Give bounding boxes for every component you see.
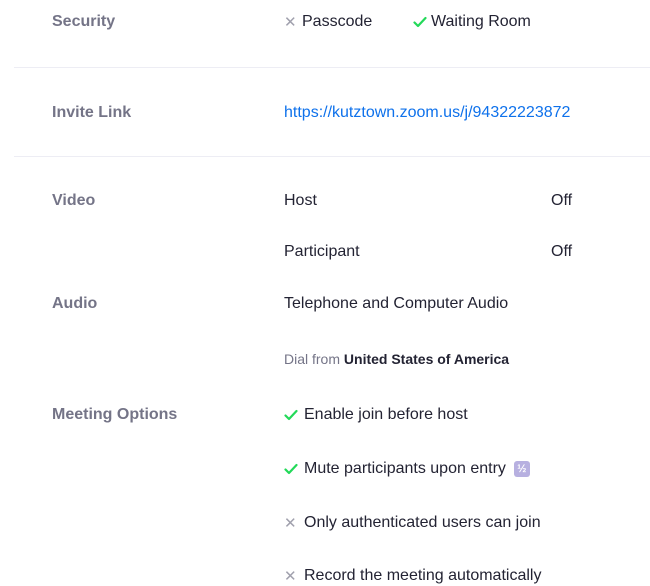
divider (14, 67, 650, 68)
audio-label: Audio (52, 295, 98, 312)
passcode-label: Passcode (302, 13, 373, 30)
x-icon: ✕ (284, 568, 297, 585)
option-label: Only authenticated users can join (304, 514, 541, 531)
option-label: Enable join before host (304, 406, 468, 423)
waiting-room-label: Waiting Room (431, 13, 531, 30)
video-host-value: Off (551, 192, 573, 209)
video-participant-value: Off (551, 243, 573, 260)
passcode-status: ✕ Passcode (284, 13, 372, 31)
check-icon (413, 16, 431, 28)
video-label: Video (52, 192, 96, 209)
option-label: Mute participants upon entry (304, 460, 506, 477)
option-join-before-host: Enable join before host (284, 406, 468, 424)
option-authenticated-users: ✕ Only authenticated users can join (284, 514, 541, 532)
option-mute-participants: Mute participants upon entry ½ (284, 460, 530, 478)
divider (14, 156, 650, 157)
info-badge-icon[interactable]: ½ (513, 461, 530, 477)
x-icon: ✕ (284, 515, 297, 532)
video-host-label: Host (284, 192, 317, 209)
x-icon: ✕ (284, 14, 297, 31)
check-icon (284, 463, 302, 475)
option-label: Record the meeting automatically (304, 567, 542, 584)
video-participant-label: Participant (284, 243, 360, 260)
meeting-options-label: Meeting Options (52, 406, 178, 423)
security-label: Security (52, 13, 116, 30)
dial-from-country: United States of America (343, 351, 510, 367)
waiting-room-status: Waiting Room (413, 13, 531, 31)
invite-link[interactable]: https://kutztown.zoom.us/j/94322223872 (284, 104, 570, 122)
audio-type: Telephone and Computer Audio (284, 295, 509, 312)
dial-from-prefix: Dial from (284, 351, 341, 367)
check-icon (284, 409, 302, 421)
option-record-automatically: ✕ Record the meeting automatically (284, 567, 541, 585)
invite-link-label: Invite Link (52, 104, 132, 121)
dial-from: Dial from United States of America (284, 351, 509, 367)
